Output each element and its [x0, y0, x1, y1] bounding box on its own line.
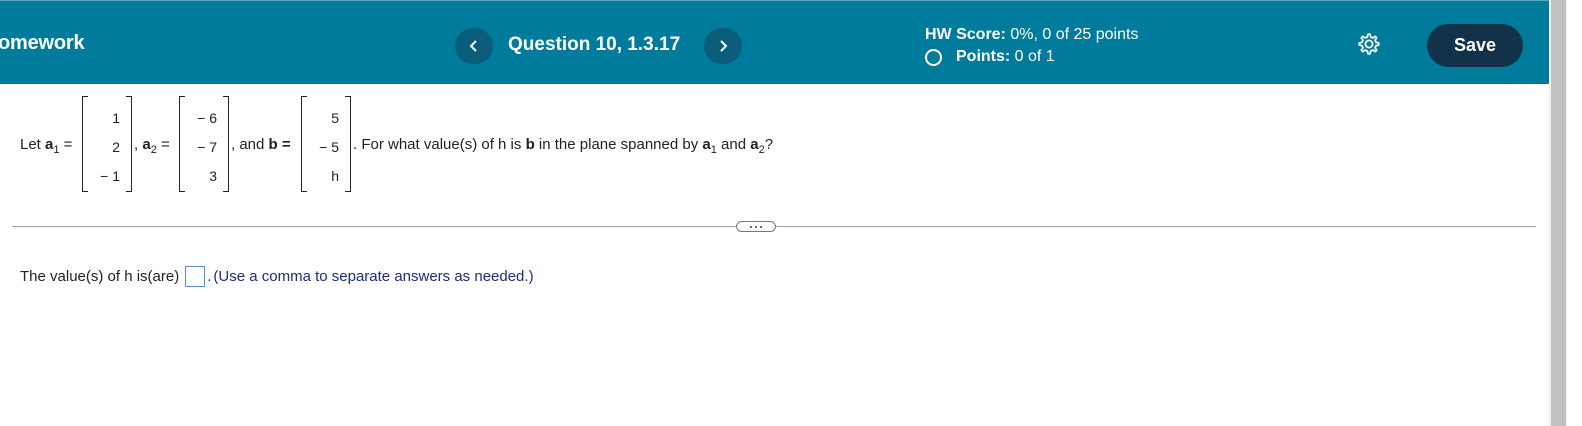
prompt-and: and	[721, 136, 747, 153]
matrix-b-cells: 5 − 5 h	[319, 104, 339, 191]
dot	[750, 225, 752, 228]
let-text: Let a1 =	[20, 136, 73, 156]
prompt-a2: a	[750, 136, 759, 153]
b-label: b	[268, 136, 278, 153]
matrix-a2-cells: − 6 − 7 3	[197, 104, 217, 191]
prompt-end: ?	[764, 136, 774, 153]
b-intro: , and b =	[231, 136, 291, 153]
let-word: Let	[20, 136, 41, 153]
right-bracket	[223, 96, 229, 192]
prompt-b: b	[525, 136, 535, 153]
a2-subscript: 2	[150, 144, 157, 156]
equals-sign: =	[160, 136, 170, 153]
a2-label: a	[142, 136, 151, 153]
expand-more-button[interactable]	[736, 221, 776, 232]
right-bracket	[345, 96, 351, 192]
matrix-a2: − 6 − 7 3	[179, 96, 229, 192]
gear-icon[interactable]	[1356, 31, 1382, 57]
prompt-mid: in the plane spanned by	[538, 136, 699, 153]
hw-score-value: 0%, 0 of 25 points	[1010, 26, 1139, 43]
prompt-a2-subscript: 2	[758, 144, 765, 156]
left-bracket	[301, 96, 307, 192]
left-bracket	[179, 96, 185, 192]
matrix-cell: − 5	[319, 139, 339, 155]
right-bracket	[126, 96, 132, 192]
matrix-cell: h	[331, 168, 339, 184]
equals-sign: =	[281, 136, 291, 153]
comma: ,	[134, 136, 139, 153]
left-bracket	[82, 96, 88, 192]
matrix-cell: − 1	[100, 168, 120, 184]
question-prompt: . For what value(s) of h is b in the pla…	[353, 136, 774, 156]
matrix-a1-cells: 1 2 − 1	[100, 104, 120, 191]
radio-empty-icon	[925, 48, 942, 66]
and-text: , and	[231, 136, 265, 153]
hw-score: HW Score: 0%, 0 of 25 points	[925, 24, 1138, 46]
previous-question-button[interactable]	[455, 28, 493, 64]
matrix-cell: 3	[209, 168, 217, 184]
answer-hint: (Use a comma to separate answers as need…	[213, 268, 534, 285]
answer-period: .	[207, 268, 212, 285]
prompt-start: . For what value(s) of h is	[353, 136, 522, 153]
matrix-a1: 1 2 − 1	[82, 96, 132, 192]
prompt-a1-subscript: 1	[710, 144, 717, 156]
matrix-cell: 5	[331, 110, 339, 126]
points-row: Points: 0 of 1	[925, 46, 1138, 68]
points-label: Points:	[956, 48, 1011, 65]
answer-input[interactable]	[185, 266, 206, 287]
matrix-cell: 2	[112, 139, 120, 155]
a1-subscript: 1	[53, 144, 60, 156]
answer-line: The value(s) of h is(are) . (Use a comma…	[20, 266, 534, 287]
a2-intro: , a2 =	[134, 136, 170, 156]
app-title: omework	[0, 32, 85, 54]
question-statement: Let a1 = 1 2 − 1 , a2 = − 6 − 7 3 , and …	[20, 92, 1120, 196]
equals-sign: =	[63, 136, 73, 153]
chevron-left-icon	[469, 40, 477, 52]
question-title: Question 10, 1.3.17	[508, 34, 681, 55]
dot	[760, 225, 762, 228]
matrix-cell: − 7	[197, 139, 217, 155]
matrix-cell: − 6	[197, 110, 217, 126]
prompt-a1: a	[702, 136, 711, 153]
chevron-right-icon	[720, 40, 728, 52]
points-value: 0 of 1	[1014, 48, 1055, 65]
header-bar: omework Question 10, 1.3.17 HW Score: 0%…	[0, 0, 1549, 84]
dot	[755, 225, 757, 228]
scrollbar-thumb[interactable]	[1551, 0, 1566, 426]
hw-score-label: HW Score:	[925, 26, 1006, 43]
save-button[interactable]: Save	[1427, 24, 1523, 67]
answer-lead: The value(s) of h is(are)	[20, 268, 180, 285]
next-question-button[interactable]	[704, 28, 742, 64]
matrix-b: 5 − 5 h	[301, 96, 351, 192]
matrix-cell: 1	[112, 110, 120, 126]
score-panel: HW Score: 0%, 0 of 25 points Points: 0 o…	[925, 24, 1138, 68]
